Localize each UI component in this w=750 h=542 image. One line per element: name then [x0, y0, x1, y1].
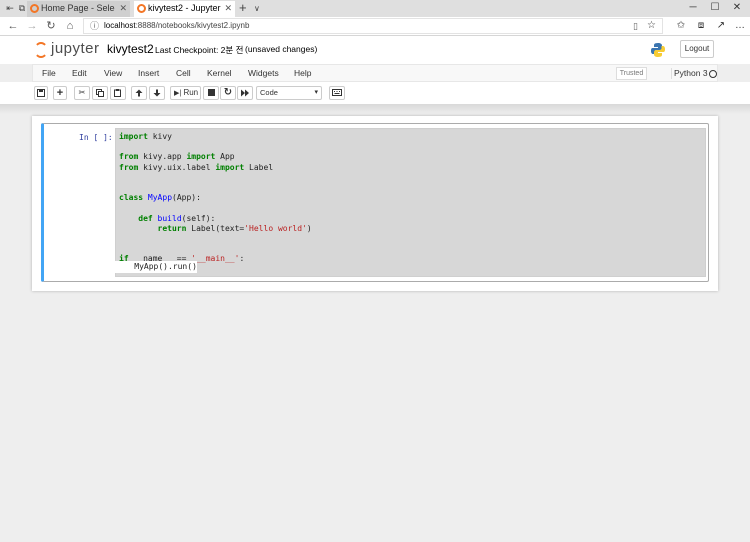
url-field[interactable]: ⓘ localhost:8888/notebooks/kivytest2.ipy… [83, 18, 663, 34]
kernel-name: Python 3 [671, 68, 708, 79]
copy-button[interactable] [92, 86, 108, 100]
menu-edit[interactable]: Edit [72, 67, 87, 79]
collections-icon[interactable]: ⧈ [693, 19, 709, 33]
share-icon[interactable]: ↗ [713, 19, 729, 33]
notebook-toolbar: + ✂ ▶| Run ↻ Code ▾ [0, 82, 750, 104]
notebook-page: In [ ]: import kivy from kivy.app import… [32, 116, 718, 291]
jupyter-logo[interactable]: jupyter [34, 40, 102, 60]
command-palette-button[interactable] [329, 86, 345, 100]
refresh-icon[interactable]: ↻ [44, 19, 58, 33]
insert-cell-button[interactable]: + [53, 86, 67, 100]
cell-type-value: Code [260, 88, 278, 97]
browser-tab-home[interactable]: Home Page - Select or crea ✕ [27, 1, 130, 17]
close-window-icon[interactable]: ✕ [727, 0, 747, 17]
code-editor[interactable]: import kivy from kivy.app import App fro… [115, 128, 706, 277]
run-label: Run [183, 88, 199, 97]
menu-insert[interactable]: Insert [138, 67, 159, 79]
jupyter-logo-icon [34, 42, 48, 58]
forward-arrow-icon[interactable]: → [25, 19, 39, 33]
menu-file[interactable]: File [42, 67, 56, 79]
menu-view[interactable]: View [104, 67, 122, 79]
save-icon [37, 89, 45, 97]
cell-type-select[interactable]: Code ▾ [256, 86, 322, 100]
code-cell[interactable]: In [ ]: import kivy from kivy.app import… [41, 123, 709, 282]
code-last-line: MyApp().run() [115, 262, 197, 271]
tab-title: kivytest2 - Jupyter Note [148, 3, 222, 13]
favorite-star-icon[interactable]: ☆ [647, 19, 656, 33]
reading-view-icon[interactable]: ▯ [633, 19, 638, 33]
keyboard-icon [332, 89, 342, 96]
close-icon[interactable]: ✕ [119, 1, 127, 16]
notebook-name[interactable]: kivytest2 [107, 42, 154, 56]
paste-button[interactable] [110, 86, 126, 100]
code-lines: import kivy from kivy.app import App fro… [119, 132, 312, 264]
jupyter-header: jupyter kivytest2 Last Checkpoint: 2분 전 … [0, 36, 750, 64]
menu-kernel[interactable]: Kernel [207, 67, 232, 79]
logo-text: jupyter [51, 40, 100, 57]
trusted-indicator[interactable]: Trusted [616, 67, 647, 80]
notebook-area: In [ ]: import kivy from kivy.app import… [0, 104, 750, 542]
plus-icon: + [56, 87, 64, 99]
move-up-button[interactable] [131, 86, 147, 100]
code-text: import kivy from kivy.app import App fro… [119, 132, 312, 265]
input-prompt: In [ ]: [79, 133, 113, 142]
restart-run-all-button[interactable] [237, 86, 253, 100]
interrupt-button[interactable] [203, 86, 219, 100]
fast-forward-icon [241, 89, 249, 97]
code-overflow-line: MyApp().run() [115, 261, 197, 273]
arrow-down-icon [153, 89, 161, 97]
stop-icon [207, 89, 215, 96]
paste-icon [114, 89, 121, 97]
chevron-down-icon: ▾ [314, 89, 318, 96]
copy-icon [96, 89, 104, 97]
close-icon[interactable]: ✕ [224, 1, 232, 16]
info-icon[interactable]: ⓘ [90, 19, 99, 33]
step-forward-icon: ▶| [174, 90, 182, 97]
url-path: :8888/notebooks/kivytest2.ipynb [135, 21, 250, 30]
save-button[interactable] [34, 86, 48, 100]
arrow-up-icon [135, 89, 143, 97]
address-bar-row: ← → ↻ ⌂ ⓘ localhost:8888/notebooks/kivyt… [0, 17, 750, 36]
browser-tab-notebook[interactable]: kivytest2 - Jupyter Note ✕ [134, 1, 235, 17]
cut-button[interactable]: ✂ [74, 86, 90, 100]
home-icon[interactable]: ⌂ [63, 19, 77, 33]
minimize-icon[interactable]: ─ [683, 0, 703, 17]
menu-cell[interactable]: Cell [176, 67, 191, 79]
more-icon[interactable]: … [732, 19, 748, 33]
back-arrow-icon[interactable]: ← [6, 19, 20, 33]
logout-button[interactable]: Logout [680, 40, 714, 58]
kernel-idle-icon [709, 70, 717, 78]
run-button[interactable]: ▶| Run [170, 86, 201, 100]
restart-icon: ↻ [223, 87, 233, 98]
favorites-icon[interactable]: ✩ [673, 19, 689, 33]
chevron-down-icon[interactable]: ∨ [254, 1, 260, 16]
autosave-status: (unsaved changes) [245, 44, 318, 54]
checkpoint-status: Last Checkpoint: 2분 전 [155, 45, 244, 55]
menu-help[interactable]: Help [294, 67, 311, 79]
menu-widgets[interactable]: Widgets [248, 67, 279, 79]
restart-button[interactable]: ↻ [220, 86, 236, 100]
url-host: localhost [104, 21, 136, 30]
scissors-icon: ✂ [78, 88, 86, 97]
jupyter-favicon-icon [137, 4, 146, 13]
maximize-icon[interactable]: ☐ [705, 0, 725, 17]
python-logo-icon [651, 43, 665, 57]
new-tab-icon[interactable]: + [239, 0, 247, 16]
browser-tab-bar: ⇤ ⧉ Home Page - Select or crea ✕ kivytes… [0, 0, 750, 17]
menubar: File Edit View Insert Cell Kernel Widget… [32, 64, 718, 82]
tab-title: Home Page - Select or crea [41, 3, 115, 13]
move-down-button[interactable] [149, 86, 165, 100]
jupyter-favicon-icon [30, 4, 39, 13]
header-shadow [0, 104, 750, 114]
